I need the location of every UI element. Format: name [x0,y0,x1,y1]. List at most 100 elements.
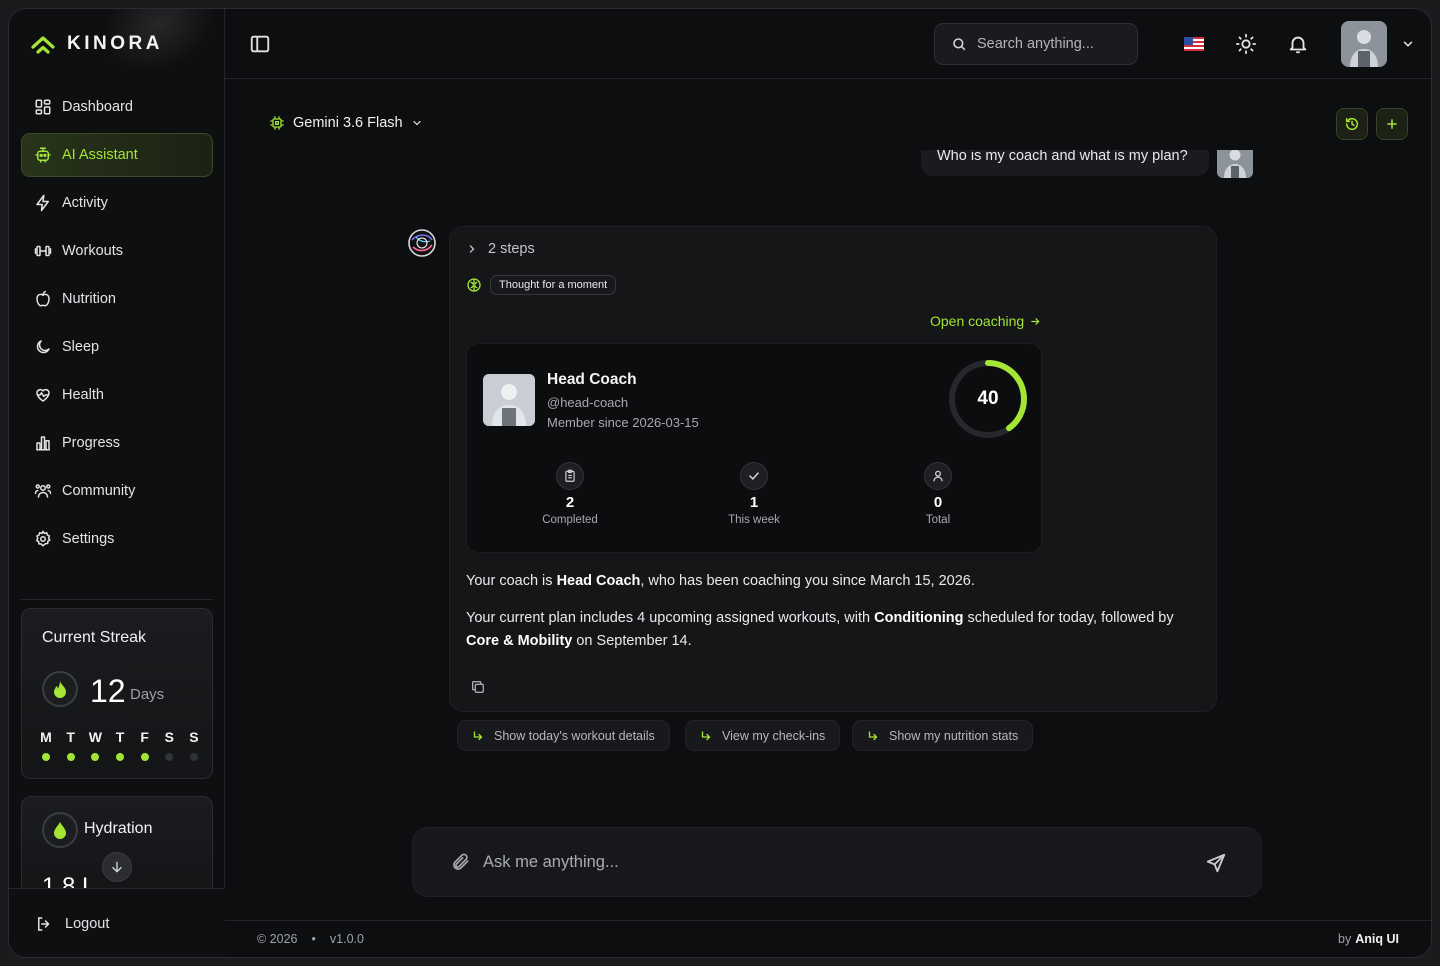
day-status-dot [115,753,124,761]
footer-by: by [1338,932,1352,946]
sidebar-item-label: Health [62,387,104,403]
chat-area: Gemini 3.6 Flash Who is my coach and wha… [225,80,1431,920]
sidebar-toggle-icon [250,35,270,53]
logout-label: Logout [65,916,110,932]
suggestion-chip[interactable]: Show today's workout details [457,720,670,751]
new-chat-button[interactable] [1376,108,1408,140]
heart-pulse-icon [36,388,50,402]
users-icon [34,484,52,498]
us-flag-icon [1184,37,1204,51]
history-button[interactable] [1336,108,1368,140]
search-input[interactable] [977,36,1117,52]
sidebar-item-label: Progress [62,435,121,451]
copy-button[interactable] [470,679,486,700]
brand-name: KINORA [67,33,163,54]
gear-icon [35,530,51,547]
sidebar-item-sleep[interactable]: Sleep [21,325,213,369]
suggestion-chip[interactable]: Show my nutrition stats [852,720,1034,751]
user-photo-icon [1217,150,1253,178]
steps-label: 2 steps [488,241,535,257]
theme-toggle-button[interactable] [1235,33,1257,55]
streak-day: F [133,729,157,761]
language-button[interactable] [1183,33,1205,55]
answer-bold: Core & Mobility [466,633,573,649]
footer-credit-link[interactable]: Aniq UI [1355,932,1399,946]
stat-value: 0 [933,494,943,511]
suggestion-label: Show my nutrition stats [889,728,1019,743]
sidebar-item-label: Dashboard [62,99,133,115]
sidebar-item-community[interactable]: Community [21,469,213,513]
copy-icon [472,681,484,693]
day-letter: S [189,729,199,745]
answer-text: , who has been coaching you since March … [640,573,975,589]
day-status-dot [91,753,100,761]
assistant-orb-icon [408,229,436,257]
sidebar-item-settings[interactable]: Settings [21,517,213,561]
sidebar-item-label: Community [62,483,136,499]
day-status-dot [189,753,198,761]
day-status-dot [42,753,50,761]
sidebar-toggle-button[interactable] [249,33,271,60]
stat-icon [924,462,952,490]
assistant-avatar [407,228,437,258]
search-box [934,23,1138,65]
coach-photo-icon [483,374,535,426]
arrow-down-icon [112,861,122,873]
streak-day: M [34,729,58,761]
model-selector[interactable]: Gemini 3.6 Flash [269,115,423,131]
logout-button[interactable]: Logout [9,888,225,957]
brand-logo[interactable]: KINORA [31,33,163,55]
bar-chart-icon [36,436,50,451]
sidebar-item-ai-assistant[interactable]: AI Assistant [21,133,213,177]
steps-toggle[interactable]: 2 steps [466,241,535,257]
day-letter: T [66,729,75,745]
user-message-bubble: Who is my coach and what is my plan? [921,150,1209,176]
thought-badge: Thought for a moment [490,275,617,295]
sidebar-item-nutrition[interactable]: Nutrition [21,277,213,321]
sidebar-item-progress[interactable]: Progress [21,421,213,465]
chat-input[interactable] [483,852,1183,872]
avatar [1217,150,1253,178]
sidebar-item-label: Activity [62,195,108,211]
answer-paragraph: Your coach is Head Coach, who has been c… [466,570,1206,592]
sidebar-item-activity[interactable]: Activity [21,181,213,225]
send-button[interactable] [1205,852,1227,879]
streak-count: 12 [90,673,126,709]
history-icon [1345,117,1359,131]
streak-day: S [157,729,181,761]
footer-credit: by Aniq UI [1338,932,1399,946]
send-icon [1206,853,1226,873]
coach-name: Head Coach [547,371,637,388]
user-avatar-button[interactable] [1341,21,1387,67]
scroll-down-button[interactable] [102,852,132,882]
stat-this-week: 1 This week [699,462,809,526]
search-icon [953,38,966,51]
answer-text: on September 14. [572,633,692,649]
answer-bold: Conditioning [874,610,964,626]
notifications-button[interactable] [1287,33,1309,55]
topbar [225,9,1431,79]
account-menu-toggle[interactable] [1401,37,1415,56]
sidebar-item-dashboard[interactable]: Dashboard [21,85,213,129]
day-status-dot [165,753,174,761]
sidebar-item-workouts[interactable]: Workouts [21,229,213,273]
sidebar: KINORA Dashboard AI Assistant Activity W… [9,9,225,957]
stat-completed: 2 Completed [515,462,625,526]
footer: © 2026 • v1.0.0 by Aniq UI [225,920,1431,957]
sidebar-nav: Dashboard AI Assistant Activity Workouts… [21,85,213,565]
day-letter: W [88,729,102,745]
suggestion-chip[interactable]: View my check-ins [685,720,841,751]
stat-label: Completed [542,514,598,526]
open-coaching-link[interactable]: Open coaching [930,313,1041,329]
day-letter: T [115,729,125,745]
sidebar-item-label: Settings [62,531,115,547]
streak-day: T [108,729,132,761]
corner-arrow-icon [868,730,878,740]
paperclip-icon[interactable] [451,852,471,872]
model-name: Gemini 3.6 Flash [293,115,403,131]
flame-badge [42,671,78,707]
robot-icon [35,147,51,163]
sidebar-item-health[interactable]: Health [21,373,213,417]
chevron-down-icon [1403,41,1413,47]
kinora-logo-icon [31,36,55,54]
